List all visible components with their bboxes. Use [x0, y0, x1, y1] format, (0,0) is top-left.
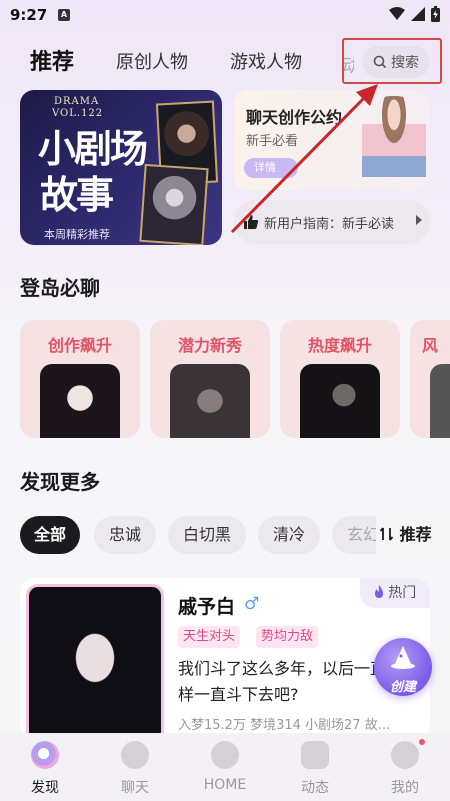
nav-label: HOME	[203, 777, 247, 793]
character-tag: 天生对头	[178, 626, 241, 648]
category-avatar	[40, 364, 120, 438]
category-card-heat-rising[interactable]: 热度飙升	[280, 320, 400, 438]
section-title-discover-more: 发现更多	[20, 470, 100, 494]
thumbs-up-icon	[244, 215, 259, 229]
category-avatar	[430, 364, 450, 438]
chat-convention-card[interactable]: 聊天创作公约 新手必看 详情	[234, 90, 430, 190]
nav-home[interactable]: HOME	[180, 733, 270, 801]
battery-icon	[431, 6, 440, 22]
category-avatar	[300, 364, 380, 438]
banner-character-photo	[139, 163, 209, 245]
chat-card-title: 聊天创作公约	[246, 108, 343, 127]
notification-dot	[419, 739, 425, 745]
nav-label: 我的	[391, 780, 419, 796]
male-icon: ♂	[244, 594, 260, 614]
banner-drama-label: DRAMA	[54, 96, 100, 107]
nav-label: 动态	[301, 780, 329, 796]
character-card[interactable]: 戚予白 ♂ 热门 天生对头 势均力敌 我们斗了这么多年，以后一直这样一直斗下去吧…	[20, 578, 430, 738]
status-bar: 9:27 A	[0, 0, 450, 32]
chip-loyal[interactable]: 忠诚	[94, 516, 156, 554]
section-title-must-chat: 登岛必聊	[20, 276, 100, 300]
category-card-row: 创作飙升 潜力新秀 热度飙升 风	[20, 320, 450, 438]
category-title: 热度飙升	[307, 336, 372, 355]
create-label: 创建	[389, 680, 416, 695]
nav-label: 聊天	[121, 780, 149, 796]
home-icon	[211, 741, 239, 769]
character-description: 我们斗了这么多年，以后一直这样一直斗下去吧?	[178, 659, 403, 704]
tab-original-characters[interactable]: 原创人物	[116, 48, 188, 74]
create-button[interactable]: 创建	[374, 638, 432, 696]
bottom-navigation: 发现 聊天 HOME 动态 我的	[0, 733, 450, 801]
notification-icon: A	[58, 9, 70, 21]
chip-all[interactable]: 全部	[20, 516, 80, 554]
banner-title-line2: 故事	[40, 173, 114, 217]
nav-label: 发现	[31, 780, 59, 796]
sort-button[interactable]: 推荐	[376, 516, 450, 554]
filter-chip-row: 全部 忠诚 白切黑 清冷 玄幻 推荐	[20, 516, 450, 556]
status-icons	[389, 6, 440, 22]
character-portrait	[26, 584, 164, 738]
hot-badge: 热门	[360, 578, 430, 608]
chip-aloof[interactable]: 清冷	[258, 516, 320, 554]
banner-title-line1: 小剧场	[38, 127, 148, 171]
chevron-right-icon	[416, 215, 422, 225]
nav-chat[interactable]: 聊天	[90, 733, 180, 801]
wizard-hat-icon	[391, 646, 415, 669]
character-stats: 入梦15.2万 梦境314 小剧场27 故...	[178, 718, 391, 733]
banner-volume-label: VOL.122	[52, 108, 104, 119]
signal-icon	[411, 7, 425, 21]
category-title: 潜力新秀	[177, 336, 242, 355]
hot-label: 热门	[388, 585, 417, 601]
category-card-partial[interactable]: 风	[410, 320, 450, 438]
status-time: 9:27	[10, 6, 48, 24]
drama-banner[interactable]: DRAMA VOL.122 小剧场 故事 本周精彩推荐	[20, 90, 222, 245]
banner-subtitle: 本周精彩推荐	[44, 228, 110, 241]
profile-icon	[391, 741, 419, 769]
annotation-highlight-box	[342, 38, 442, 84]
nav-profile[interactable]: 我的	[360, 733, 450, 801]
sort-label: 推荐	[399, 525, 432, 544]
chip-white-cut-black[interactable]: 白切黑	[168, 516, 246, 554]
category-avatar	[170, 364, 250, 438]
tab-recommend[interactable]: 推荐	[30, 44, 74, 76]
character-name: 戚予白	[178, 596, 236, 618]
sort-icon	[379, 527, 394, 541]
activity-icon	[301, 741, 329, 769]
chat-bubble-icon	[121, 741, 149, 769]
new-user-guide[interactable]: 新用户指南：新手必读	[234, 200, 430, 244]
tab-game-characters[interactable]: 游戏人物	[230, 48, 302, 74]
character-tag: 势均力敌	[256, 626, 319, 648]
category-card-creation-rising[interactable]: 创作飙升	[20, 320, 140, 438]
wifi-icon	[389, 7, 405, 20]
chat-card-illustration	[362, 96, 426, 190]
category-card-new-talent[interactable]: 潜力新秀	[150, 320, 270, 438]
category-title: 风	[421, 336, 438, 355]
guide-text: 新用户指南：新手必读	[264, 217, 395, 232]
nav-discover[interactable]: 发现	[0, 733, 90, 801]
chat-card-subtitle: 新手必看	[246, 134, 299, 149]
detail-button[interactable]: 详情	[244, 158, 298, 178]
category-title: 创作飙升	[47, 336, 112, 355]
flame-icon	[374, 585, 383, 598]
discover-icon	[31, 741, 59, 769]
nav-feed[interactable]: 动态	[270, 733, 360, 801]
